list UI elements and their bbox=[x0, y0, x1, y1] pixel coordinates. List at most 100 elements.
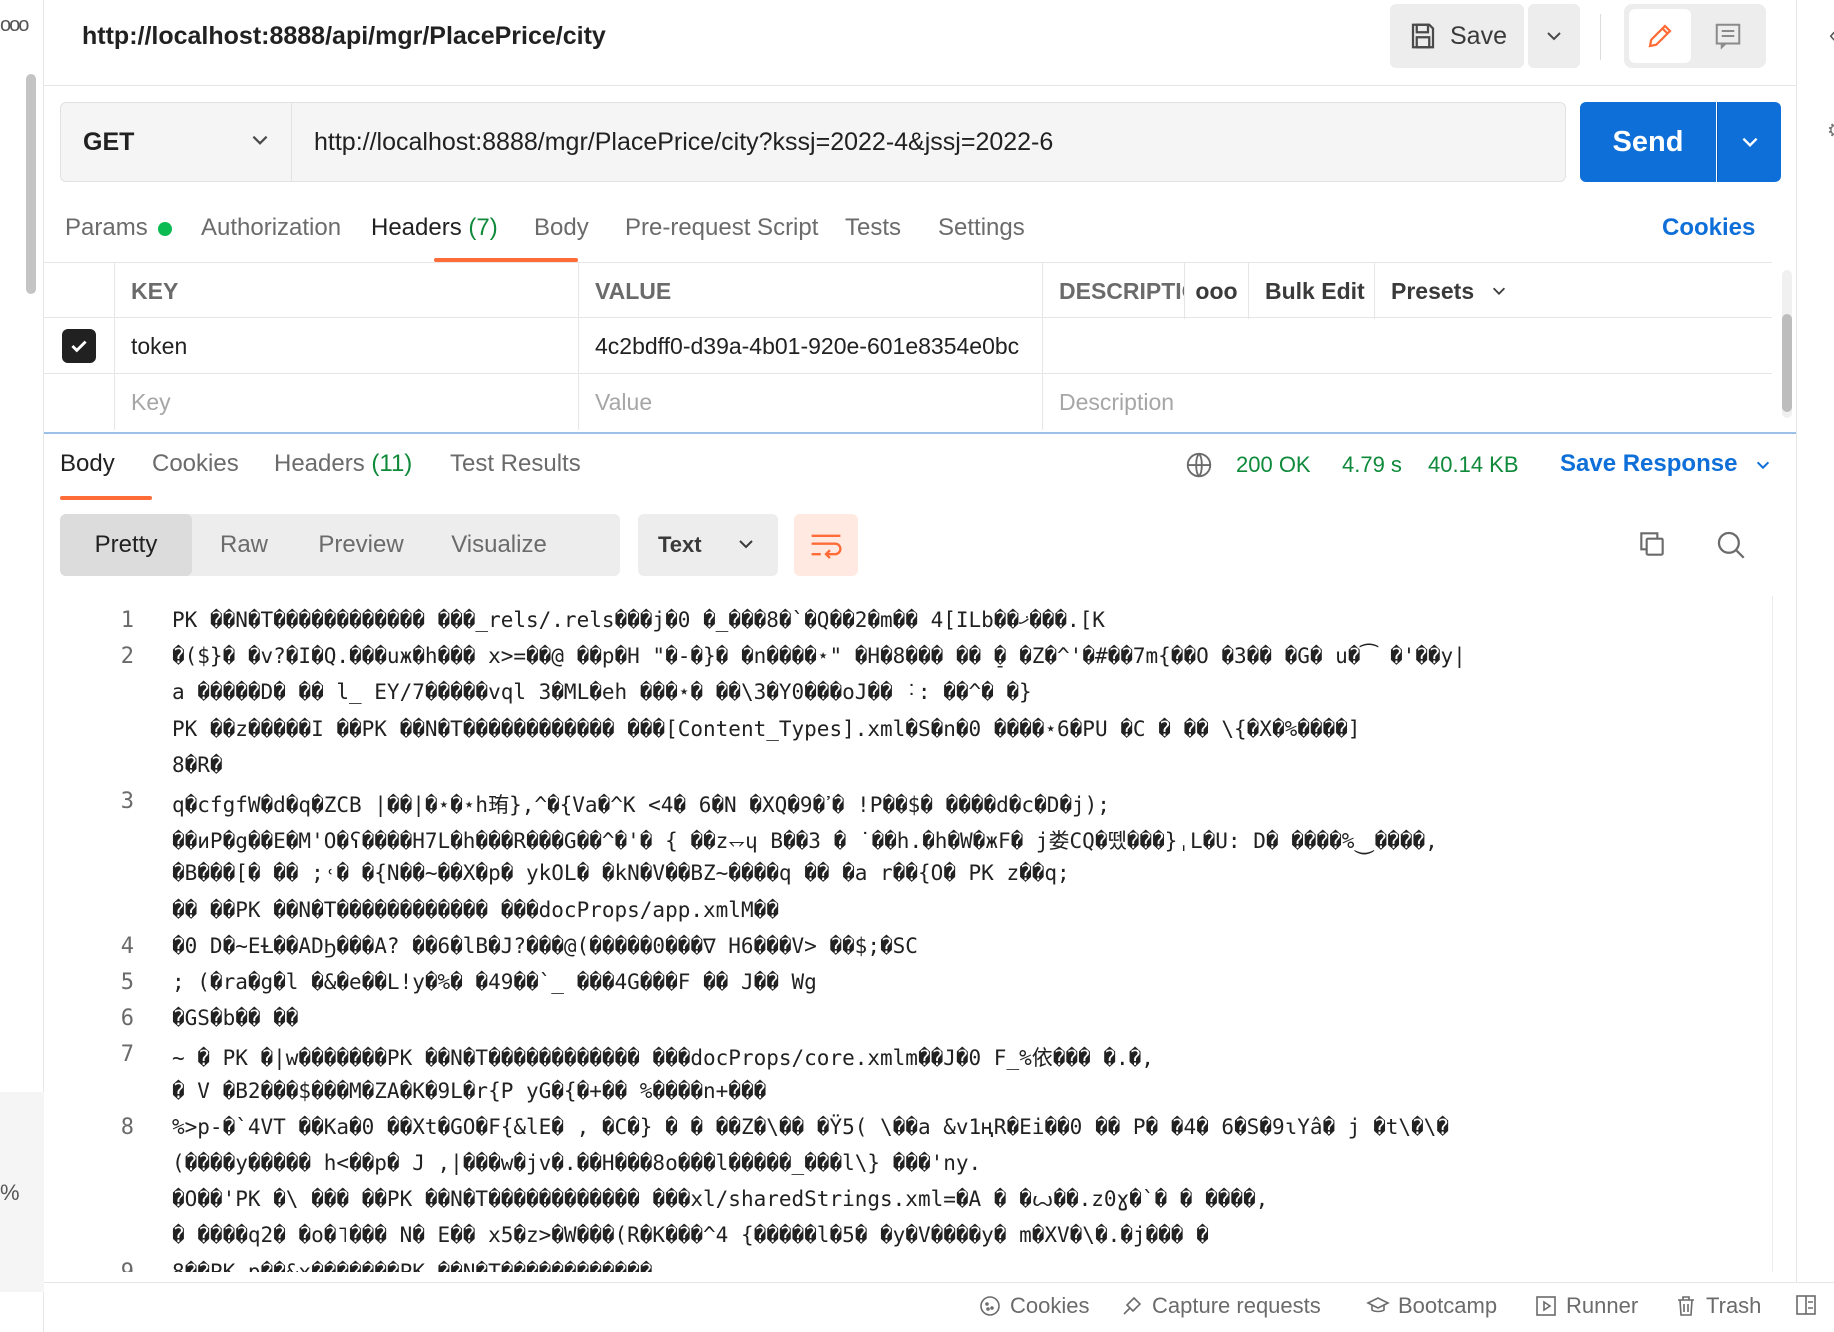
request-workspace: http://localhost:8888/api/mgr/PlacePrice… bbox=[44, 0, 1834, 1332]
line-text: ��иP�g��E�M'O�ʕ����H7L�h���R���G��^�'� {… bbox=[172, 829, 1438, 854]
documentation-mode-button[interactable] bbox=[1696, 9, 1760, 63]
response-body-scrollbar[interactable] bbox=[1772, 596, 1773, 1272]
line-text: PK ��N�T������������ ���_rels/.rels���j�… bbox=[172, 608, 1105, 632]
send-button[interactable]: Send bbox=[1580, 102, 1716, 182]
code-line: 2 �($}� �v?�I�Q.���uж�h��� x>=��@ ��p�H … bbox=[44, 644, 1744, 680]
save-button[interactable]: Save bbox=[1390, 4, 1524, 68]
line-text: �� ��PK ��N�T������������ ���docProps/ap… bbox=[172, 897, 779, 922]
header-key-cell[interactable]: token bbox=[114, 318, 578, 374]
cookies-link[interactable]: Cookies bbox=[1662, 214, 1755, 242]
two-pane-toggle[interactable] bbox=[1794, 1293, 1818, 1317]
response-tab-cookies[interactable]: Cookies bbox=[152, 450, 239, 478]
left-scrollbar[interactable] bbox=[26, 74, 36, 294]
response-type-select[interactable]: Text bbox=[638, 514, 778, 576]
code-line: 4 �0 D�~EȽ��ADϦ���A? ��6�lB�J?���@(�����0… bbox=[44, 934, 1744, 970]
save-icon bbox=[1411, 23, 1435, 49]
bootcamp-button[interactable]: Bootcamp bbox=[1366, 1293, 1497, 1319]
trash-button[interactable]: Trash bbox=[1674, 1293, 1761, 1319]
line-number: 9 bbox=[84, 1260, 134, 1272]
save-response-button[interactable]: Save Response bbox=[1560, 450, 1772, 478]
presets-label: Presets bbox=[1391, 277, 1475, 304]
response-time[interactable]: 4.79 s bbox=[1342, 452, 1402, 482]
save-dropdown-button[interactable] bbox=[1528, 4, 1580, 68]
trash-label: Trash bbox=[1706, 1293, 1762, 1318]
headers-scrollbar-thumb[interactable] bbox=[1782, 314, 1792, 412]
tab-prerequest-script[interactable]: Pre-request Script bbox=[625, 214, 818, 242]
globe-icon[interactable] bbox=[1184, 450, 1214, 480]
line-text: ~ � PK �|w�������PK ��N�T������������ ��… bbox=[172, 1046, 1154, 1071]
wrap-lines-button[interactable] bbox=[794, 514, 858, 576]
visualize-button[interactable]: Visualize bbox=[426, 514, 572, 576]
capture-requests-button[interactable]: Capture requests bbox=[1120, 1293, 1321, 1319]
method-select[interactable]: GET bbox=[60, 102, 292, 182]
method-label: GET bbox=[83, 127, 135, 156]
pretty-button[interactable]: Pretty bbox=[60, 514, 192, 576]
wrap-lines-icon bbox=[811, 534, 842, 559]
response-tab-body[interactable]: Body bbox=[60, 450, 115, 478]
code-line: � ����q2� �o�˥��� N� E�� x5�z>�W���(R�K�… bbox=[44, 1223, 1744, 1259]
chevron-down-icon bbox=[1742, 137, 1757, 148]
checkbox-checked-icon bbox=[62, 329, 96, 363]
line-text: �B���[� �� ;˓� �{N��~��X�p� ykOL� �kN�V�… bbox=[172, 861, 1070, 886]
collapse-chevron-icon[interactable]: ‹ bbox=[1829, 22, 1834, 48]
headers-scrollbar[interactable] bbox=[1782, 270, 1792, 418]
edit-mode-button[interactable] bbox=[1629, 9, 1691, 63]
bulk-edit-button[interactable]: Bulk Edit bbox=[1248, 263, 1374, 319]
request-title[interactable]: http://localhost:8888/api/mgr/PlacePrice… bbox=[82, 22, 606, 51]
line-number: 6 bbox=[120, 1006, 134, 1032]
new-key-input[interactable]: Key bbox=[114, 374, 578, 430]
format-toggle-group: Pretty Raw Preview Visualize bbox=[60, 514, 620, 576]
params-active-dot bbox=[157, 221, 172, 236]
line-text: 8�R� bbox=[172, 752, 223, 777]
tab-headers[interactable]: Headers (7) bbox=[371, 214, 498, 242]
chevron-down-icon bbox=[252, 135, 268, 145]
right-rail: ‹ ⚙ bbox=[1796, 0, 1834, 1332]
code-line: PK ��z�����I ��PK ��N�T������������ ���[… bbox=[44, 717, 1744, 753]
url-input[interactable] bbox=[291, 102, 1566, 182]
response-tab-test-results[interactable]: Test Results bbox=[450, 450, 581, 478]
code-line: 7 ~ � PK �|w�������PK ��N�T������������ �… bbox=[44, 1042, 1744, 1078]
line-text: q�cfgfW�d�q�ZCB |��|�⋆�⋆h珛},^�{Va�^K <4�… bbox=[172, 793, 1110, 817]
new-value-input[interactable]: Value bbox=[578, 374, 1042, 430]
code-line: ��иP�g��E�M'O�ʕ����H7L�h���R���G��^�'� {… bbox=[44, 825, 1744, 861]
line-text: �0 D�~EȽ��ADϦ���A? ��6�lB�J?���@(�����0�… bbox=[172, 933, 918, 958]
presets-dropdown[interactable]: Presets bbox=[1374, 263, 1522, 319]
line-text: ; (�ra�g�l �&�e��L!y�%� �49��`_ ���4G���… bbox=[172, 970, 817, 994]
chevron-down-icon bbox=[1756, 461, 1770, 469]
runner-label: Runner bbox=[1566, 1293, 1639, 1318]
footer-cookies-button[interactable]: Cookies bbox=[978, 1293, 1089, 1319]
description-header-label: DESCRIPTION bbox=[1059, 277, 1184, 304]
line-number: 7 bbox=[120, 1042, 134, 1068]
response-size[interactable]: 40.14 KB bbox=[1428, 452, 1519, 482]
send-dropdown-button[interactable] bbox=[1717, 102, 1781, 182]
left-more-dots[interactable]: ooo bbox=[0, 14, 29, 37]
tab-authorization[interactable]: Authorization bbox=[201, 214, 341, 242]
runner-button[interactable]: Runner bbox=[1534, 1293, 1638, 1319]
line-number: 2 bbox=[120, 644, 134, 670]
header-enabled-checkbox[interactable] bbox=[44, 318, 114, 374]
context-bar-icon[interactable]: ⚙ bbox=[1827, 118, 1834, 143]
preview-button[interactable]: Preview bbox=[296, 514, 426, 576]
tab-settings[interactable]: Settings bbox=[938, 214, 1025, 242]
response-tab-headers[interactable]: Headers (11) bbox=[274, 450, 412, 478]
new-description-input[interactable]: Description bbox=[1042, 374, 1772, 430]
pane-divider[interactable] bbox=[44, 432, 1796, 434]
tab-tests[interactable]: Tests bbox=[845, 214, 901, 242]
response-body-viewer[interactable]: 1 PK ��N�T������������ ���_rels/.rels���j… bbox=[44, 596, 1744, 1272]
bulk-edit-label: Bulk Edit bbox=[1265, 277, 1365, 304]
raw-button[interactable]: Raw bbox=[192, 514, 296, 576]
tab-params[interactable]: Params bbox=[65, 214, 172, 242]
header-description-cell[interactable] bbox=[1042, 318, 1772, 374]
search-icon[interactable] bbox=[1714, 528, 1748, 562]
tab-body[interactable]: Body bbox=[534, 214, 589, 242]
request-title-bar: http://localhost:8888/api/mgr/PlacePrice… bbox=[44, 0, 1796, 86]
header-value-cell[interactable]: 4c2bdff0-d39a-4b01-920e-601e8354e0bc bbox=[578, 318, 1042, 374]
status-code[interactable]: 200 OK bbox=[1236, 452, 1311, 482]
copy-icon[interactable] bbox=[1636, 528, 1668, 560]
two-pane-icon bbox=[1796, 1295, 1816, 1315]
line-number: 3 bbox=[120, 789, 134, 814]
line-text: �O��'PK �\ ��� ��PK ��N�T������������ ��… bbox=[172, 1187, 1269, 1212]
more-dots-icon: ooo bbox=[1195, 277, 1238, 304]
more-options-button[interactable]: ooo bbox=[1184, 263, 1248, 319]
bootcamp-label: Bootcamp bbox=[1398, 1293, 1498, 1318]
